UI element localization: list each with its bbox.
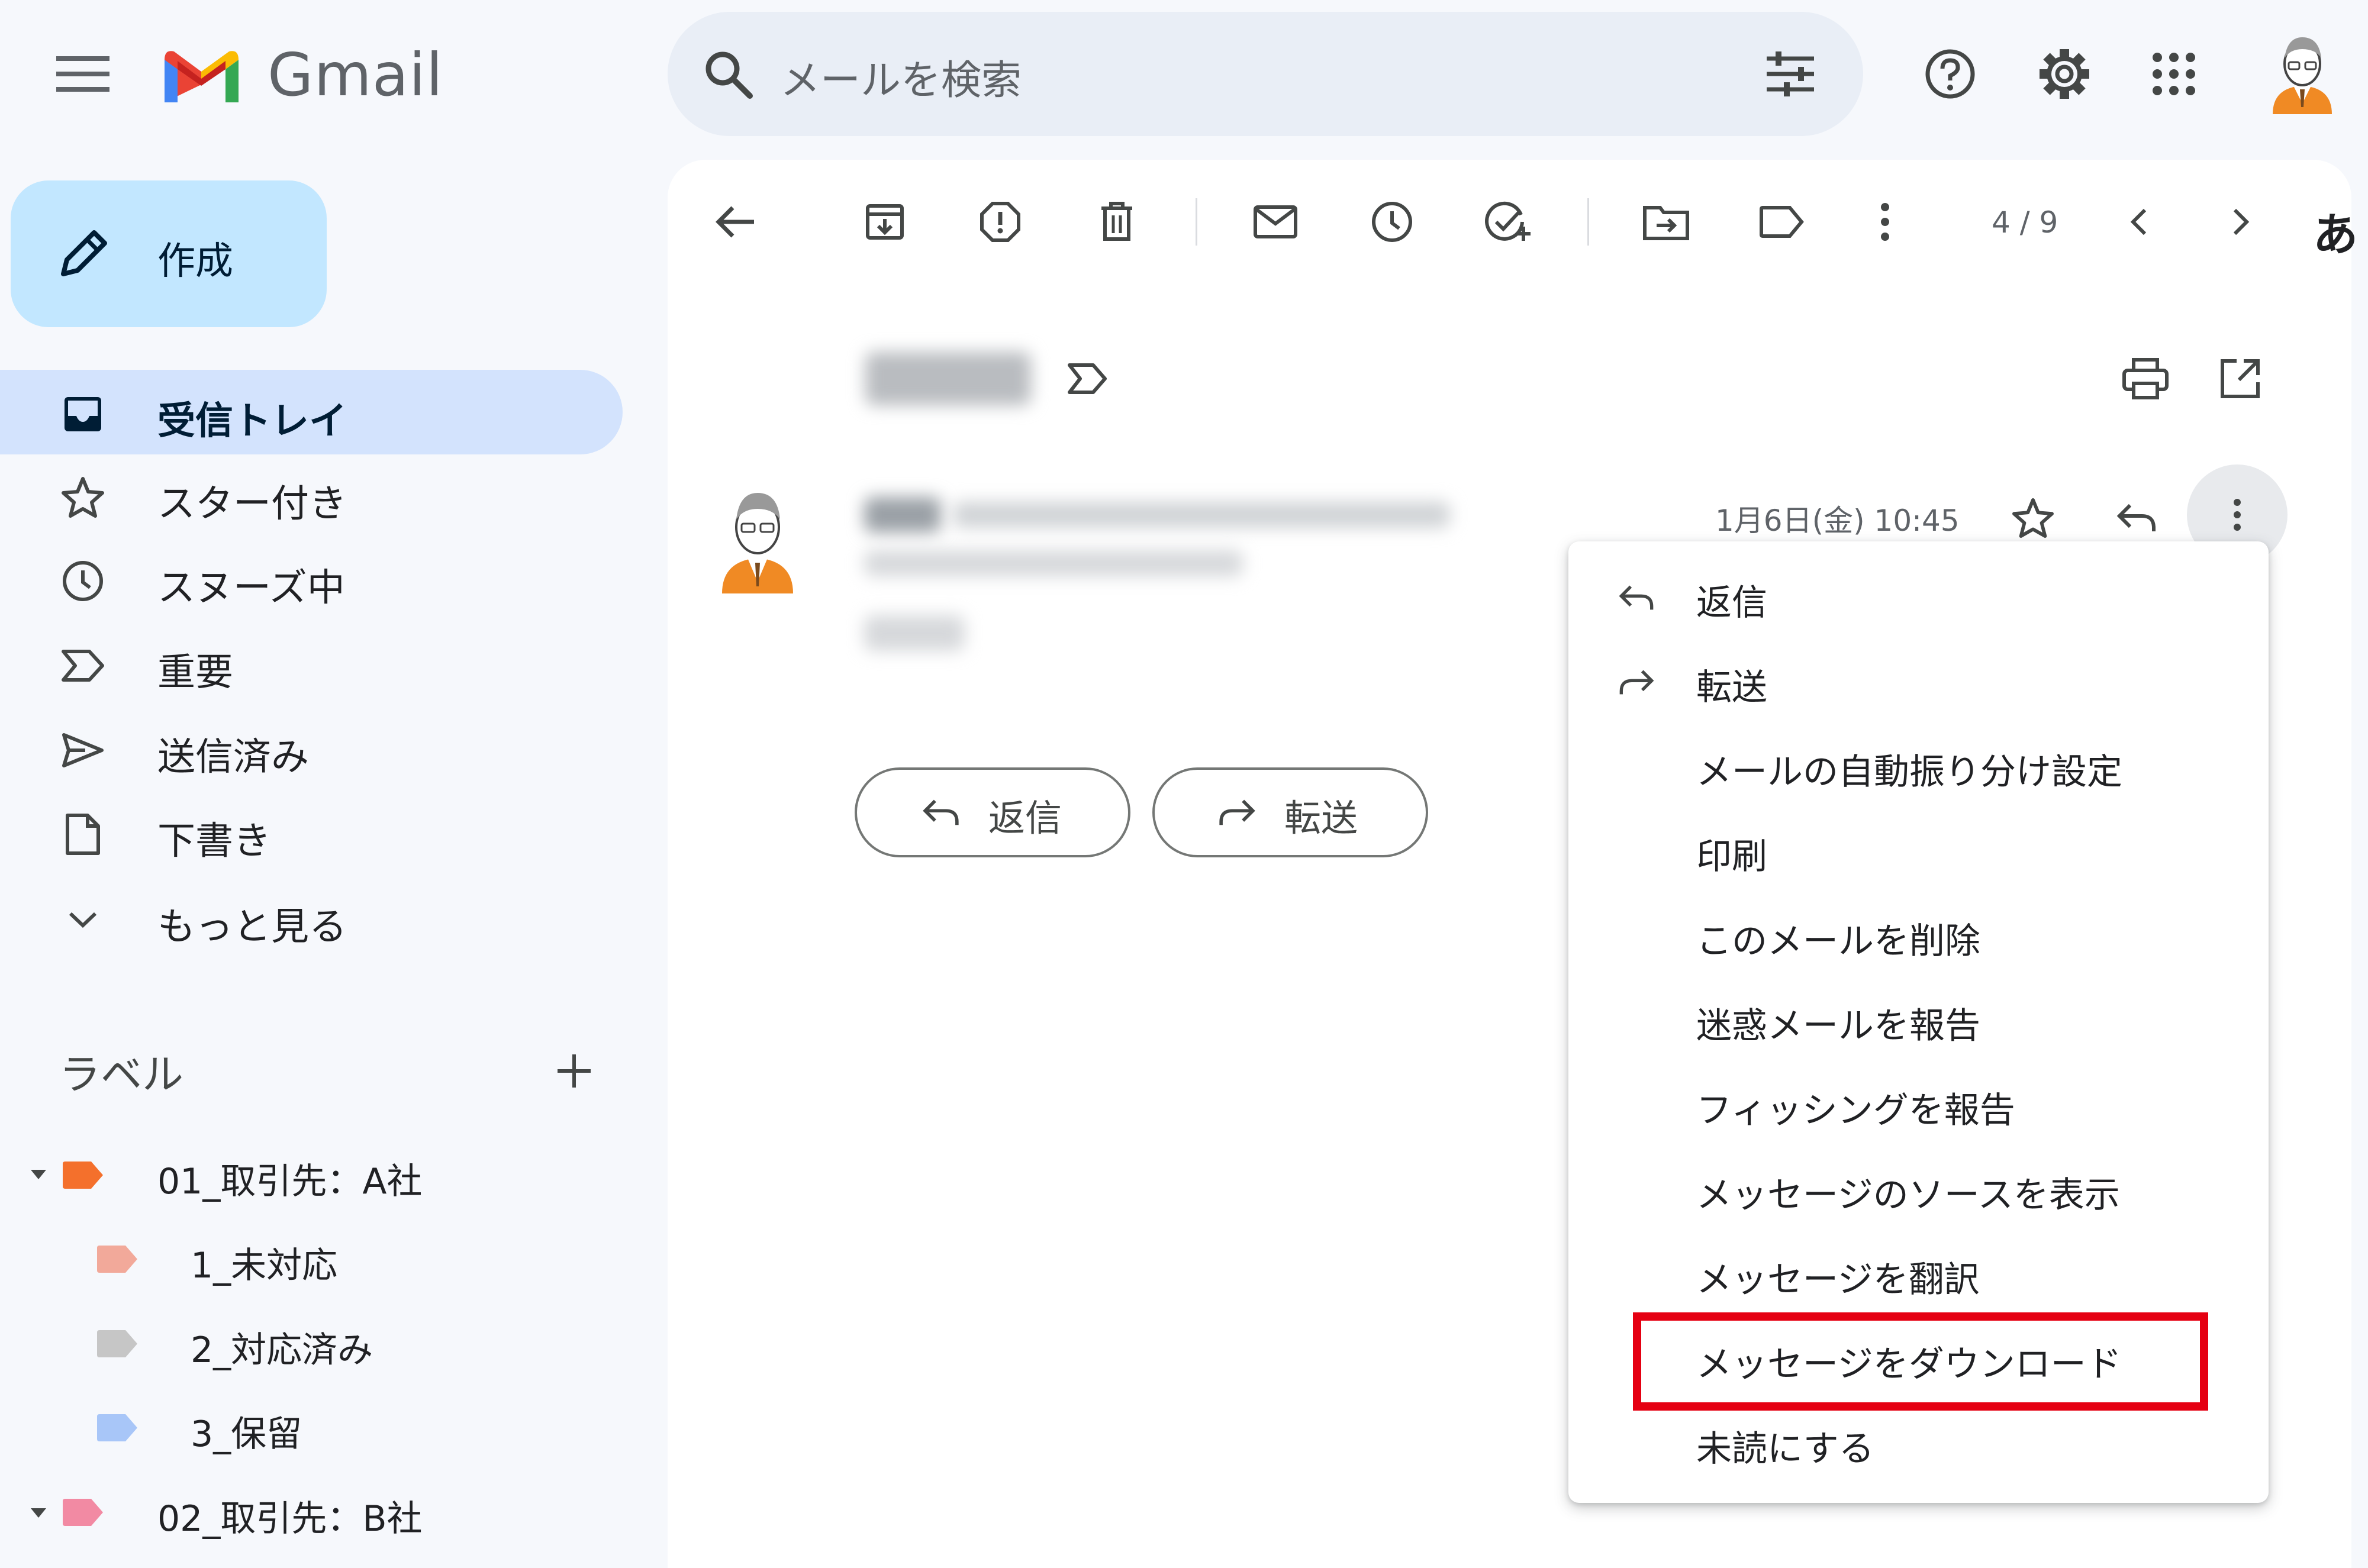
label-tag-icon bbox=[59, 1159, 107, 1192]
menu-item-mark-unread[interactable]: 未読にする bbox=[1696, 1420, 1874, 1472]
labels-heading: ラベル bbox=[59, 1050, 183, 1099]
label-tag-icon bbox=[94, 1411, 141, 1444]
report-spam-icon[interactable] bbox=[974, 198, 1027, 246]
chevron-down-icon bbox=[59, 896, 107, 944]
delete-icon[interactable] bbox=[1090, 198, 1143, 246]
help-icon[interactable] bbox=[1921, 44, 1980, 104]
chevron-left-icon[interactable] bbox=[2118, 198, 2159, 246]
mark-unread-icon[interactable] bbox=[1249, 198, 1302, 246]
label-name: 02_取引先：B社 bbox=[157, 1498, 423, 1540]
important-icon bbox=[59, 642, 107, 689]
more-vert-icon[interactable] bbox=[2216, 491, 2258, 538]
search-options-icon[interactable] bbox=[1761, 44, 1820, 104]
move-to-icon[interactable] bbox=[1639, 198, 1693, 246]
gmail-logo-icon[interactable] bbox=[157, 41, 246, 109]
reply-button-label: 返信 bbox=[988, 796, 1062, 840]
collapse-caret-icon[interactable] bbox=[27, 1501, 50, 1525]
label-name: 01_取引先：A社 bbox=[157, 1161, 423, 1202]
menu-item-report-phishing[interactable]: フィッシングを報告 bbox=[1696, 1082, 2015, 1133]
important-marker-icon[interactable] bbox=[1064, 355, 1111, 402]
label-name: 2_対応済み bbox=[191, 1330, 373, 1371]
nav-label-important: 重要 bbox=[157, 651, 233, 695]
menu-item-forward[interactable]: 転送 bbox=[1696, 659, 1767, 710]
nav-label-more: もっと見る bbox=[157, 905, 347, 949]
reply-icon bbox=[1613, 577, 1660, 618]
label-tag-icon bbox=[94, 1327, 141, 1360]
app-name: Gmail bbox=[268, 40, 443, 109]
clock-icon bbox=[59, 557, 107, 605]
star-icon bbox=[59, 473, 107, 521]
open-in-new-window-icon[interactable] bbox=[2214, 352, 2267, 405]
forward-icon bbox=[1213, 792, 1261, 833]
account-avatar[interactable] bbox=[2258, 30, 2347, 118]
nav-label-sent: 送信済み bbox=[157, 735, 309, 779]
snippet-redacted bbox=[864, 615, 965, 651]
toolbar-divider bbox=[1196, 198, 1197, 246]
menu-item-translate[interactable]: メッセージを翻訳 bbox=[1696, 1251, 1980, 1302]
reply-icon bbox=[917, 792, 965, 833]
draft-icon bbox=[59, 811, 107, 858]
archive-icon[interactable] bbox=[858, 198, 911, 246]
menu-item-reply[interactable]: 返信 bbox=[1696, 574, 1767, 625]
forward-button-label: 転送 bbox=[1284, 796, 1358, 840]
back-arrow-icon[interactable] bbox=[709, 198, 762, 246]
add-task-icon[interactable] bbox=[1481, 198, 1535, 246]
label-tag-icon bbox=[59, 1496, 107, 1529]
apps-grid-icon[interactable] bbox=[2147, 47, 2201, 101]
label-name: 1_未対応 bbox=[191, 1245, 338, 1286]
reply-icon[interactable] bbox=[2110, 491, 2163, 544]
settings-icon[interactable] bbox=[2035, 44, 2094, 104]
label-name: 3_保留 bbox=[191, 1414, 302, 1455]
search-input[interactable]: メールを検索 bbox=[780, 47, 1022, 106]
subject-redacted bbox=[865, 352, 1031, 405]
collapse-caret-icon[interactable] bbox=[27, 1163, 50, 1186]
send-icon bbox=[59, 727, 107, 774]
label-tag-icon bbox=[94, 1243, 141, 1276]
label-icon[interactable] bbox=[1755, 198, 1808, 246]
inbox-icon bbox=[59, 391, 107, 438]
menu-item-print[interactable]: 印刷 bbox=[1696, 828, 1767, 879]
annotation-highlight-box bbox=[1633, 1312, 2208, 1411]
star-icon[interactable] bbox=[2006, 491, 2060, 544]
sender-email-redacted bbox=[953, 502, 1450, 528]
message-timestamp: 1月6日(金) 10:45 bbox=[1715, 504, 1960, 538]
toolbar-divider bbox=[1587, 198, 1589, 246]
sender-name-redacted bbox=[864, 497, 941, 533]
input-method-indicator[interactable]: あ bbox=[2313, 198, 2358, 263]
more-vert-icon[interactable] bbox=[1864, 198, 1906, 246]
menu-item-filter-messages[interactable]: メールの自動振り分け設定 bbox=[1696, 743, 2122, 795]
main-menu-icon[interactable] bbox=[53, 50, 112, 98]
nav-label-inbox: 受信トレイ bbox=[157, 399, 347, 443]
compose-label: 作成 bbox=[157, 240, 233, 283]
search-icon[interactable] bbox=[698, 44, 758, 104]
menu-item-show-original[interactable]: メッセージのソースを表示 bbox=[1696, 1166, 2120, 1218]
pencil-icon bbox=[53, 225, 112, 284]
nav-label-starred: スター付き bbox=[157, 482, 347, 526]
sender-avatar bbox=[713, 485, 802, 598]
forward-icon bbox=[1613, 662, 1660, 703]
print-icon[interactable] bbox=[2119, 352, 2172, 405]
menu-item-report-spam[interactable]: 迷惑メールを報告 bbox=[1696, 997, 1980, 1048]
add-label-icon[interactable] bbox=[550, 1047, 598, 1095]
chevron-right-icon[interactable] bbox=[2221, 198, 2262, 246]
recipient-redacted bbox=[864, 550, 1243, 576]
menu-item-delete[interactable]: このメールを削除 bbox=[1696, 912, 1980, 964]
page-count: 4 / 9 bbox=[1992, 205, 2058, 240]
nav-label-snoozed: スヌーズ中 bbox=[157, 566, 345, 610]
nav-label-drafts: 下書き bbox=[157, 820, 271, 863]
snooze-clock-icon[interactable] bbox=[1365, 198, 1419, 246]
